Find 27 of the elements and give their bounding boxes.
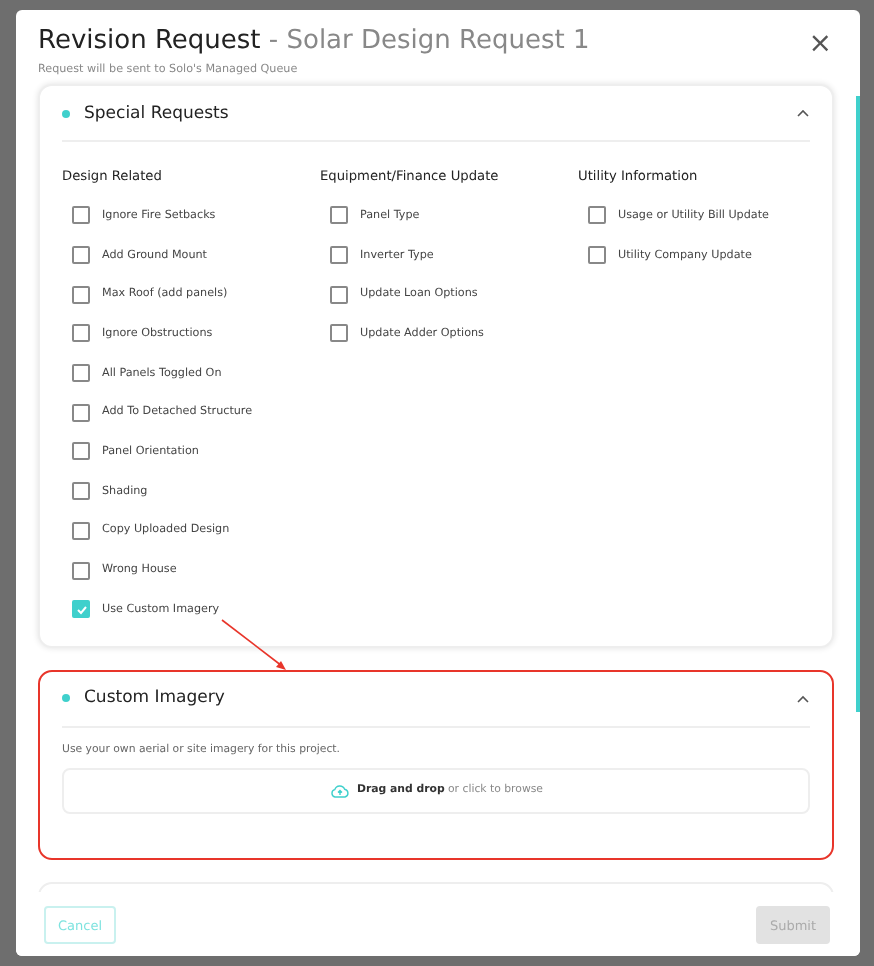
checkbox[interactable] [72, 521, 90, 540]
checkbox[interactable] [72, 442, 90, 461]
chevron-icon [796, 108, 810, 118]
section-header[interactable]: Custom Imagery [62, 671, 810, 728]
checkbox[interactable] [72, 561, 90, 580]
checkbox[interactable] [72, 206, 90, 225]
checkbox[interactable] [588, 206, 606, 225]
checkbox[interactable] [330, 324, 348, 343]
chevron-icon [796, 693, 810, 704]
cloud-upload-icon [329, 783, 349, 798]
status-dot [62, 694, 70, 703]
checkbox[interactable] [330, 285, 348, 304]
checkbox[interactable] [72, 246, 90, 265]
checkbox[interactable] [330, 206, 348, 225]
scrollbar[interactable] [856, 96, 860, 712]
close-button[interactable]: × [802, 30, 838, 58]
checkbox[interactable] [72, 364, 90, 383]
status-dot [62, 109, 70, 117]
section-header[interactable]: Special Requests [62, 86, 810, 142]
checkbox[interactable] [588, 246, 606, 265]
checkbox[interactable] [72, 285, 90, 304]
checkbox[interactable] [330, 246, 348, 265]
checkbox[interactable] [72, 482, 90, 501]
checkbox[interactable] [72, 600, 90, 619]
dialog-title: Revision Request - Solar Design Request 1 [38, 26, 592, 56]
checkbox[interactable] [72, 324, 90, 343]
checkbox[interactable] [72, 403, 90, 422]
